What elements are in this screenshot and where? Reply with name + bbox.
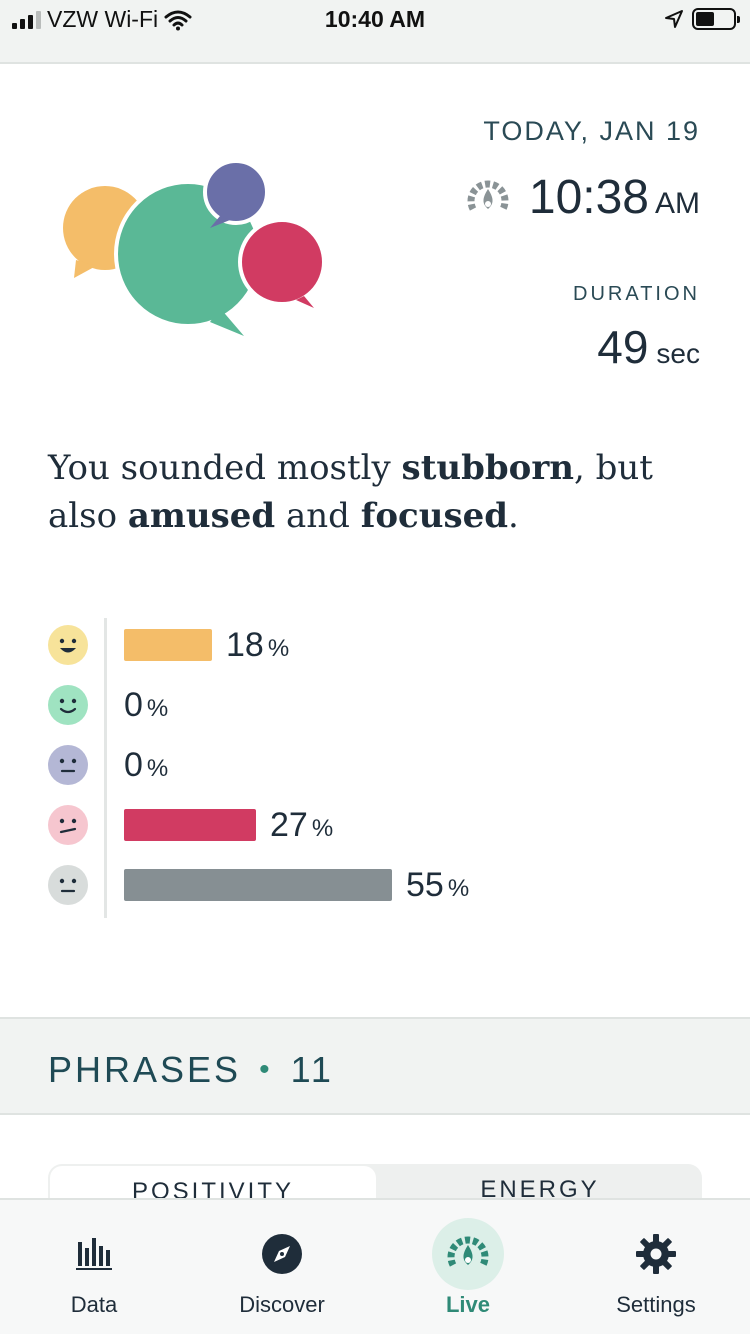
emotion-bar xyxy=(124,809,256,841)
emotion-percent: 0% xyxy=(124,745,168,785)
emotion-row: 55% xyxy=(48,865,648,905)
emotion-row: 0% xyxy=(48,685,648,725)
duration-value: 49 xyxy=(597,321,649,373)
nav-settings-label: Settings xyxy=(616,1292,696,1317)
speech-bubbles-illustration xyxy=(63,159,326,336)
status-right xyxy=(664,8,740,30)
phrases-title: PHRASES • 11 xyxy=(48,1049,334,1091)
nav-data-label: Data xyxy=(70,1292,118,1317)
emotion-percent-value: 0 xyxy=(124,746,143,784)
sad-face-icon xyxy=(48,745,88,785)
neutral-face-icon xyxy=(48,865,88,905)
percent-symbol: % xyxy=(311,815,334,842)
summary-text: . xyxy=(508,496,519,536)
percent-symbol: % xyxy=(146,695,169,722)
nav-discover-label: Discover xyxy=(239,1292,325,1317)
emotion-summary: You sounded mostly stubborn, but also am… xyxy=(48,444,708,540)
nav-data[interactable]: Data xyxy=(0,1200,188,1334)
session-start-time: 10:38 xyxy=(528,171,649,224)
bar-chart-icon xyxy=(58,1218,130,1290)
emotion-row: 18% xyxy=(48,625,648,665)
phrases-header: PHRASES • 11 xyxy=(0,1017,750,1115)
emotion-percent: 55% xyxy=(406,865,469,905)
percent-symbol: % xyxy=(146,755,169,782)
emotion-percent-value: 27 xyxy=(270,806,308,844)
live-gauge-icon xyxy=(467,180,509,211)
status-bar: VZW Wi-Fi 10:40 AM xyxy=(0,0,750,64)
stubborn-face-icon xyxy=(48,805,88,845)
location-arrow-icon xyxy=(665,10,683,28)
summary-secondary-emotion: amused xyxy=(127,496,276,536)
percent-symbol: % xyxy=(447,875,470,902)
emotion-percent-value: 0 xyxy=(124,686,143,724)
summary-text: You sounded mostly xyxy=(48,448,402,488)
nav-discover[interactable]: Discover xyxy=(188,1200,376,1334)
summary-secondary-emotion: focused xyxy=(360,496,508,536)
emotion-row: 0% xyxy=(48,745,648,785)
live-gauge-icon xyxy=(432,1218,504,1290)
percent-symbol: % xyxy=(267,635,290,662)
summary-primary-emotion: stubborn xyxy=(401,448,574,488)
emotion-percent-value: 55 xyxy=(406,866,444,904)
nav-live-label: Live xyxy=(445,1292,491,1317)
bottom-nav: Data Discover Live Settings xyxy=(0,1198,750,1334)
emotion-bar xyxy=(124,869,392,901)
emotion-bar xyxy=(124,629,212,661)
session-date: TODAY, JAN 19 xyxy=(483,116,700,146)
duration-unit: sec xyxy=(656,338,700,369)
session-start-row: 10:38 AM xyxy=(465,170,700,225)
compass-icon xyxy=(246,1218,318,1290)
nav-live[interactable]: Live xyxy=(374,1200,562,1334)
emotion-percent: 27% xyxy=(270,805,333,845)
emotion-row: 27% xyxy=(48,805,648,845)
emotion-percent-value: 18 xyxy=(226,626,264,664)
happy-face-icon xyxy=(48,685,88,725)
phrases-label: PHRASES xyxy=(48,1049,242,1090)
amused-face-icon xyxy=(48,625,88,665)
battery-icon xyxy=(692,8,740,30)
phrases-count: 11 xyxy=(290,1049,334,1090)
session-start-ampm: AM xyxy=(655,187,700,220)
emotion-percent: 18% xyxy=(226,625,289,665)
nav-settings[interactable]: Settings xyxy=(562,1200,750,1334)
phrases-separator: • xyxy=(259,1053,273,1086)
gear-icon xyxy=(620,1218,692,1290)
status-time: 10:40 AM xyxy=(324,6,426,32)
duration-label: DURATION xyxy=(573,283,700,305)
duration-row: 49 sec xyxy=(597,320,700,374)
emotion-percent: 0% xyxy=(124,685,168,725)
summary-text: and xyxy=(275,496,361,536)
